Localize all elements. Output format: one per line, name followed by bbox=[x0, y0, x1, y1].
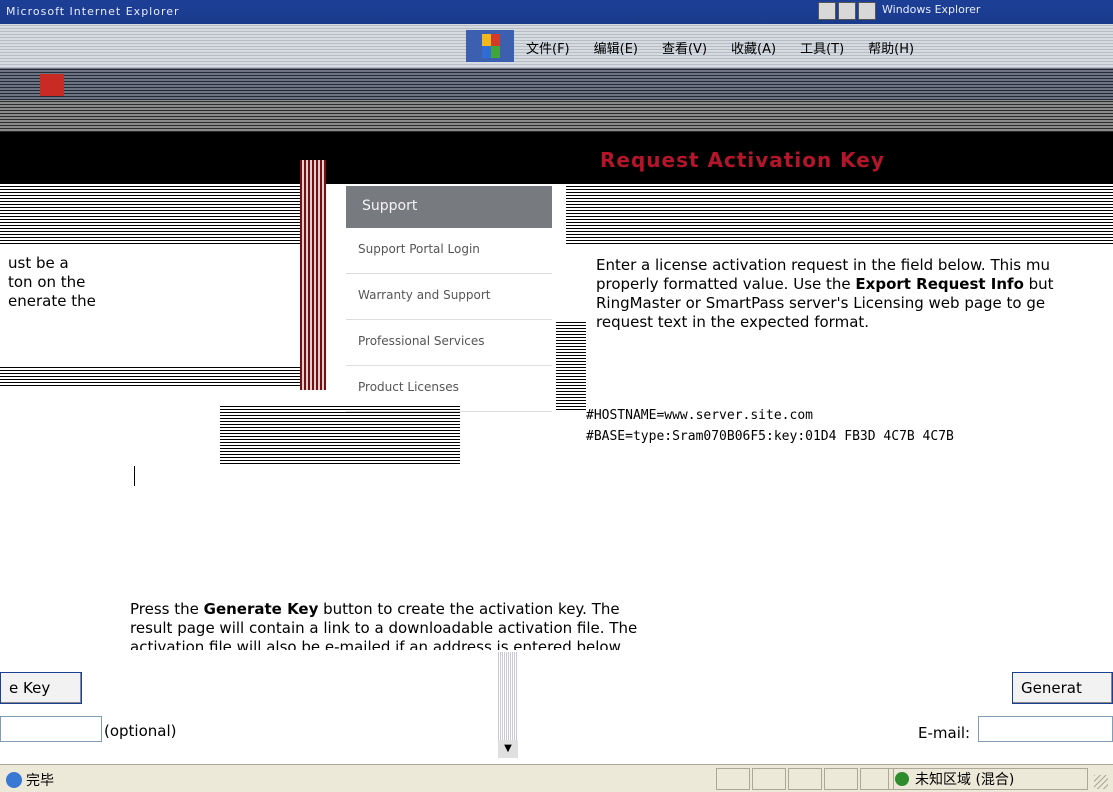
optional-label: (optional) bbox=[104, 722, 177, 740]
nav-item-warranty[interactable]: Warranty and Support bbox=[346, 274, 552, 320]
email-field-left[interactable] bbox=[0, 716, 102, 742]
text-caret bbox=[134, 466, 135, 486]
activation-instructions: Enter a license activation request in th… bbox=[596, 256, 1096, 332]
request-line: #HOSTNAME=www.server.site.com bbox=[586, 408, 813, 423]
menu-favorites[interactable]: 收藏(A) bbox=[731, 38, 776, 57]
menu-tools[interactable]: 工具(T) bbox=[800, 38, 844, 57]
menu-bar: 文件(F) 编辑(E) 查看(V) 收藏(A) 工具(T) 帮助(H) bbox=[0, 24, 1113, 68]
generate-line: activation file will also be e-mailed if… bbox=[130, 638, 625, 650]
support-nav-menu: Support Support Portal Login Warranty an… bbox=[346, 186, 552, 412]
nav-item-support[interactable]: Support bbox=[346, 186, 552, 228]
instruction-text: but bbox=[1023, 275, 1054, 293]
windows-logo-icon bbox=[466, 30, 514, 62]
menu-items: 文件(F) 编辑(E) 查看(V) 收藏(A) 工具(T) 帮助(H) bbox=[526, 38, 914, 57]
nav-item-portal-login[interactable]: Support Portal Login bbox=[346, 228, 552, 274]
generate-text: Press the bbox=[130, 600, 204, 618]
scroll-down-icon[interactable]: ▼ bbox=[498, 740, 518, 758]
export-request-info-ref: Export Request Info bbox=[855, 275, 1024, 293]
taskbar-tab[interactable]: Windows Explorer bbox=[882, 3, 980, 16]
generate-key-button-right[interactable]: Generat bbox=[1012, 672, 1113, 704]
menu-edit[interactable]: 编辑(E) bbox=[594, 38, 638, 57]
close-button[interactable] bbox=[858, 2, 876, 20]
ie-page-icon bbox=[6, 772, 22, 788]
zone-text: 未知区域 (混合) bbox=[915, 772, 1015, 788]
page-title: Request Activation Key bbox=[600, 148, 885, 172]
minimize-button[interactable] bbox=[818, 2, 836, 20]
instruction-text: properly formatted value. Use the bbox=[596, 275, 856, 293]
menu-help[interactable]: 帮助(H) bbox=[868, 38, 914, 57]
resize-grip-icon[interactable] bbox=[1094, 775, 1108, 789]
security-zone: 未知区域 (混合) bbox=[888, 768, 1088, 790]
nav-item-professional-services[interactable]: Professional Services bbox=[346, 320, 552, 366]
generate-key-button[interactable]: e Key bbox=[0, 672, 82, 704]
instruction-line: properly formatted value. Use the Export… bbox=[596, 275, 1096, 294]
menu-view[interactable]: 查看(V) bbox=[662, 38, 707, 57]
maximize-button[interactable] bbox=[838, 2, 856, 20]
menu-file[interactable]: 文件(F) bbox=[526, 38, 570, 57]
decorative-stripes bbox=[0, 186, 300, 244]
instruction-line: Enter a license activation request in th… bbox=[596, 256, 1050, 274]
address-toolbar bbox=[0, 100, 1113, 132]
generate-instructions: Press the Generate Key button to create … bbox=[130, 600, 730, 650]
status-cell bbox=[824, 768, 858, 790]
window-controls bbox=[818, 2, 876, 20]
license-request-textarea[interactable]: #HOSTNAME=www.server.site.com #BASE=type… bbox=[586, 350, 1106, 450]
instruction-line: RingMaster or SmartPass server's Licensi… bbox=[596, 294, 1046, 312]
standard-toolbar bbox=[0, 68, 1113, 100]
scrollbar[interactable] bbox=[498, 652, 518, 740]
decorative-stripes bbox=[220, 404, 460, 464]
email-field[interactable] bbox=[978, 716, 1113, 742]
generate-key-ref: Generate Key bbox=[203, 600, 319, 618]
decorative-stripes bbox=[0, 366, 300, 386]
status-done: 完毕 bbox=[6, 770, 54, 790]
status-bar: 完毕 未知区域 (混合) bbox=[0, 764, 1113, 792]
status-cell bbox=[752, 768, 786, 790]
generate-line: result page will contain a link to a dow… bbox=[130, 619, 638, 637]
status-text: 完毕 bbox=[26, 773, 54, 789]
instruction-line: request text in the expected format. bbox=[596, 313, 870, 331]
left-line: ton on the bbox=[8, 273, 86, 291]
request-line: #BASE=type:Sram070B06F5:key:01D4 FB3D 4C… bbox=[586, 429, 954, 444]
status-cell bbox=[716, 768, 750, 790]
zone-check-icon bbox=[895, 772, 909, 786]
email-label: E-mail: bbox=[918, 724, 971, 742]
left-line: enerate the bbox=[8, 292, 96, 310]
stop-icon[interactable] bbox=[40, 74, 64, 96]
nav-item-product-licenses[interactable]: Product Licenses bbox=[346, 366, 552, 412]
decorative-stripes bbox=[556, 320, 586, 410]
status-cells bbox=[716, 768, 894, 790]
generate-line: Press the Generate Key button to create … bbox=[130, 600, 730, 619]
title-bar: Microsoft Internet Explorer Windows Expl… bbox=[0, 0, 1113, 24]
status-cell bbox=[788, 768, 822, 790]
generate-text: button to create the activation key. The bbox=[318, 600, 620, 618]
page-header: Request Activation Key bbox=[0, 132, 1113, 184]
left-line: ust be a bbox=[8, 254, 69, 272]
decorative-stripes bbox=[566, 186, 1113, 244]
left-instructions: ust be a ton on the enerate the bbox=[8, 254, 118, 311]
nav-accent-bar bbox=[300, 160, 326, 390]
window-title: Microsoft Internet Explorer bbox=[6, 5, 180, 18]
